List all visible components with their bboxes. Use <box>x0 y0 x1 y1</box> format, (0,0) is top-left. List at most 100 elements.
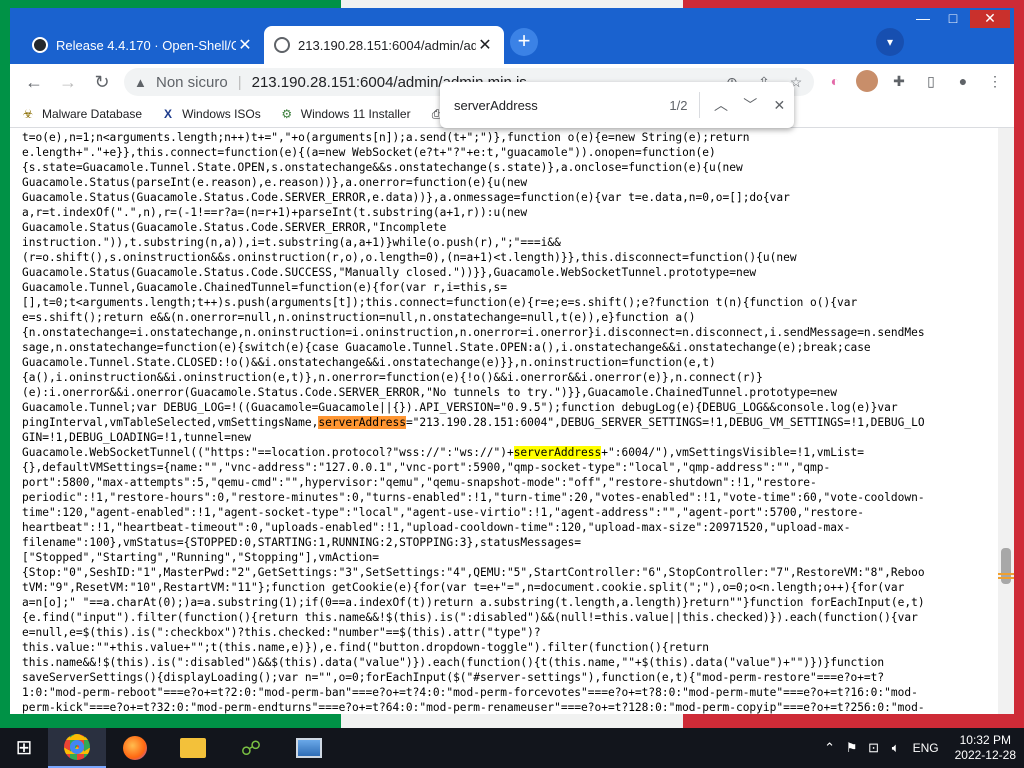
warning-icon[interactable]: ▲ <box>134 75 156 90</box>
code-line: {n.onstatechange=i.onstatechange,n.onins… <box>22 326 925 339</box>
clock-time: 10:32 PM <box>959 733 1011 747</box>
code-line: [],t=0;t<arguments.length;t++)s.push(arg… <box>22 296 858 309</box>
find-close-icon[interactable]: ✕ <box>765 97 794 114</box>
source-code: t=o(e),n=1;n<arguments.length;n++)t+=","… <box>22 130 984 714</box>
network-status-icon[interactable]: ⊡ <box>863 740 885 756</box>
forward-icon[interactable]: → <box>56 70 80 94</box>
tab-search-button[interactable]: ▾ <box>876 28 904 56</box>
taskbar: ⊞ ☍ ⌃ ⚑ ⊡ 🔈︎ ENG 10:32 PM 2022-12-28 <box>0 728 1024 768</box>
system-tray: ⌃ ⚑ ⊡ 🔈︎ ENG 10:32 PM 2022-12-28 <box>819 728 1016 768</box>
code-line: GIN=!1,DEBUG_LOADING=!1,tunnel=new <box>22 431 252 444</box>
code-line: {a(),i.oninstruction&&i.oninstruction(e,… <box>22 371 763 384</box>
firefox-icon <box>123 736 147 760</box>
profile-icon[interactable] <box>856 70 878 92</box>
code-line: this.name&&!$(this).is(":disabled")&&$(t… <box>22 656 885 669</box>
bookmark-windows11-installer[interactable]: ⚙ Windows 11 Installer <box>279 106 411 122</box>
chevron-up-icon[interactable]: ⌃ <box>819 740 841 756</box>
network-icon: ☍ <box>240 737 262 760</box>
find-match-marker <box>998 577 1014 579</box>
code-line: e=s.shift();return e&&(n.onerror=null,n.… <box>22 311 696 324</box>
bookmark-windows-isos[interactable]: X Windows ISOs <box>160 106 261 122</box>
code-line: Guacamole.Tunnel.State.CLOSED:!o()&&i.on… <box>22 356 716 369</box>
minimize-button[interactable]: — <box>910 10 936 28</box>
clock-date: 2022-12-28 <box>954 748 1016 762</box>
code-line: Guacamole.Status(Guacamole.Status.Code.S… <box>22 266 757 279</box>
windows-start-icon[interactable]: ⊞ <box>0 728 48 768</box>
code-line: saveServerSettings(){displayLoading();va… <box>22 671 885 684</box>
volume-icon[interactable]: 🔈︎ <box>885 740 907 756</box>
flag-icon[interactable]: ⚑ <box>841 740 863 756</box>
code-line: time":120,"agent-enabled":!1,"agent-sock… <box>22 506 864 519</box>
taskbar-firefox[interactable] <box>106 728 164 768</box>
bookmark-label: Malware Database <box>42 106 143 121</box>
picture-icon <box>296 738 322 758</box>
bookmark-label: Windows 11 Installer <box>300 106 411 121</box>
malware-icon: ☣ <box>22 106 34 121</box>
find-previous-icon[interactable]: ︿ <box>706 95 735 115</box>
window-controls: — □ ✕ <box>910 10 1010 28</box>
taskbar-network[interactable]: ☍ <box>222 728 280 768</box>
find-input[interactable]: serverAddress <box>454 98 639 113</box>
code-line: {s.state=Guacamole.Tunnel.State.OPEN,s.o… <box>22 161 743 174</box>
bookmark-malware-database[interactable]: ☣ Malware Database <box>20 106 142 122</box>
language-indicator[interactable]: ENG <box>913 741 939 755</box>
code-line: ["Stopped","Starting","Running","Stoppin… <box>22 551 379 564</box>
taskbar-chrome[interactable] <box>48 728 106 768</box>
account-icon[interactable]: ● <box>952 70 974 92</box>
find-bar: serverAddress 1/2 ︿ ﹀ ✕ <box>440 82 794 128</box>
code-line: Guacamole.Tunnel;var DEBUG_LOG=!((Guacam… <box>22 401 898 414</box>
chrome-icon <box>64 734 90 760</box>
code-line: periodic":!1,"restore-hours":0,"restore-… <box>22 491 925 504</box>
code-line: (r=o.shift(),s.oninstruction&&s.oninstru… <box>22 251 797 264</box>
close-window-button[interactable]: ✕ <box>970 10 1010 28</box>
code-line: this.value:""+this.value+"";t(this.name,… <box>22 641 710 654</box>
new-tab-button[interactable]: + <box>510 28 538 56</box>
reload-icon[interactable]: ↻ <box>90 70 114 94</box>
tab-release[interactable]: Release 4.4.170 · Open-Shell/Ope ✕ <box>22 26 264 64</box>
code-line: tVM:"9",ResetVM:"10",RestartVM:"11"};fun… <box>22 581 905 594</box>
find-next-icon[interactable]: ﹀ <box>736 95 765 115</box>
extensions-icon[interactable]: ✚ <box>888 70 910 92</box>
side-panel-icon[interactable]: ▯ <box>920 70 942 92</box>
title-bar: Release 4.4.170 · Open-Shell/Ope ✕ 213.1… <box>10 8 1014 64</box>
maximize-button[interactable]: □ <box>940 10 966 28</box>
code-line: sage,n.onstatechange=function(e){switch(… <box>22 341 871 354</box>
find-match: serverAddress <box>318 416 406 429</box>
taskbar-image-viewer[interactable] <box>280 728 338 768</box>
code-line: filename":100},vmStatus={STOPPED:0,START… <box>22 536 582 549</box>
clock[interactable]: 10:32 PM 2022-12-28 <box>955 733 1016 763</box>
code-line: t=o(e),n=1;n<arguments.length;n++)t+=","… <box>22 131 750 144</box>
tab-title: Release 4.4.170 · Open-Shell/Ope <box>56 37 236 53</box>
tab-admin[interactable]: 213.190.28.151:6004/admin/admin ✕ <box>264 26 504 64</box>
code-line: instruction.")),t.substring(n,a)),i=t.su… <box>22 236 561 249</box>
find-match-count: 1/2 <box>669 97 688 113</box>
code-line: port":5800,"max-attempts":5,"qemu-cmd":"… <box>22 476 817 489</box>
tab-title: 213.190.28.151:6004/admin/admin <box>298 37 476 53</box>
bookmark-label: Windows ISOs <box>182 106 261 121</box>
code-line: heartbeat":!1,"heartbeat-timeout":0,"upl… <box>22 521 851 534</box>
divider <box>699 92 701 118</box>
globe-icon <box>274 37 290 53</box>
find-match-marker <box>998 573 1014 575</box>
separator: | <box>237 73 242 91</box>
code-line: a,r=t.indexOf(".",n),r=(-1!==r?a=(n=r+1)… <box>22 206 528 219</box>
code-line: Guacamole.Status(Guacamole.Status.Code.S… <box>22 191 790 204</box>
find-match: serverAddress <box>513 446 602 459</box>
code-line: 1:0:"mod-perm-reboot"===e?o+=t?2:0:"mod-… <box>22 686 918 699</box>
toolbar-right: ◐ ✚ ▯ ● ⋮ <box>824 70 1006 92</box>
extension-flag-icon[interactable]: ◐ <box>824 70 846 92</box>
back-icon[interactable]: ← <box>22 70 46 94</box>
vertical-scrollbar[interactable] <box>998 128 1014 714</box>
code-line: pingInterval,vmTableSelected,vmSettingsN… <box>22 416 925 429</box>
code-line: a=n[o];" "==a.charAt(0);)a=a.substring(1… <box>22 596 925 609</box>
code-line: {Stop:"0",SeshID:"1",MasterPwd:"2",GetSe… <box>22 566 925 579</box>
taskbar-file-explorer[interactable] <box>164 728 222 768</box>
menu-icon[interactable]: ⋮ <box>984 70 1006 92</box>
close-icon[interactable]: ✕ <box>476 35 494 55</box>
code-line: Guacamole.Tunnel,Guacamole.ChainedTunnel… <box>22 281 507 294</box>
code-line: Guacamole.WebSocketTunnel(("https:"==loc… <box>22 446 864 459</box>
close-icon[interactable]: ✕ <box>236 35 254 55</box>
code-line: Guacamole.Status(parseInt(e.reason),e.re… <box>22 176 528 189</box>
code-line: e=null,e=$(this).is(":checkbox")?this.ch… <box>22 626 541 639</box>
security-status: Non sicuro <box>156 73 228 91</box>
